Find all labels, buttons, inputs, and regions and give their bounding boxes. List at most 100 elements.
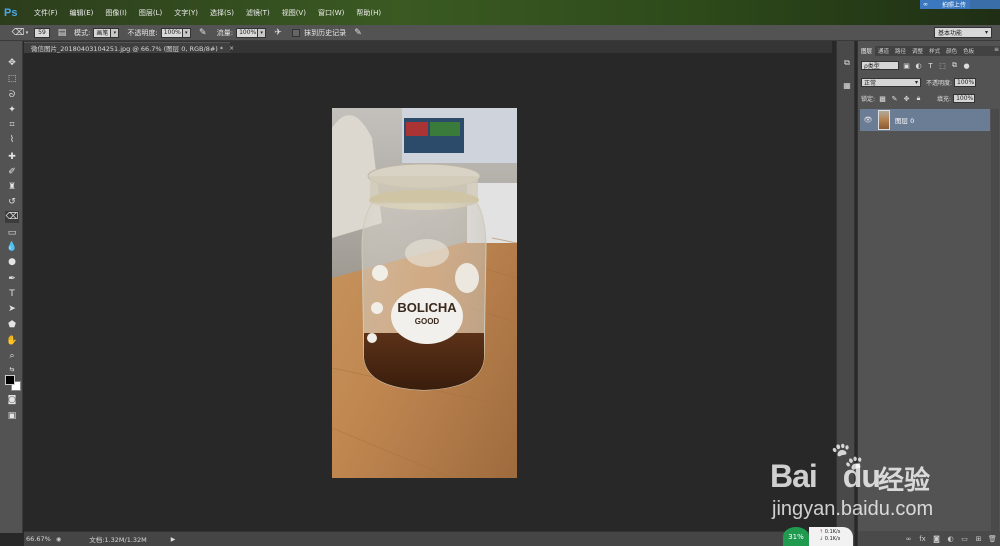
filter-adjustment-icon[interactable]: ◐ — [914, 61, 923, 70]
canvas-area[interactable]: BOLICHA GOOD — [24, 53, 832, 531]
menu-type[interactable]: 文字(Y) — [174, 8, 198, 18]
crop-tool-icon[interactable]: ⌗ — [5, 119, 19, 131]
brush-tool-icon[interactable]: ✐ — [5, 166, 19, 178]
layer-opacity-label: 不透明度: — [926, 80, 953, 87]
properties-panel-icon[interactable]: ▦ — [841, 79, 853, 91]
menu-edit[interactable]: 编辑(E) — [70, 8, 94, 18]
adjustment-layer-icon[interactable]: ◐ — [946, 534, 955, 543]
brush-size-picker[interactable]: 59 — [34, 27, 50, 38]
lock-transparency-icon[interactable]: ▩ — [878, 94, 887, 103]
tab-layers[interactable]: 图层 — [858, 46, 876, 56]
tab-styles[interactable]: 样式 — [926, 46, 943, 56]
healing-brush-tool-icon[interactable]: ✚ — [5, 151, 19, 163]
quick-mask-icon[interactable]: ◙ — [5, 394, 19, 406]
zoom-level[interactable]: 66.67% — [26, 534, 56, 545]
close-icon[interactable]: × — [229, 45, 234, 52]
filter-shape-icon[interactable]: ⬚ — [938, 61, 947, 70]
new-layer-icon[interactable]: ⊞ — [974, 534, 983, 543]
mode-select[interactable]: 画笔 — [93, 27, 112, 38]
layer-row[interactable]: 👁︎ 图层 0 — [860, 109, 990, 131]
tab-swatches[interactable]: 色板 — [960, 46, 977, 56]
mode-label: 模式: — [74, 28, 91, 37]
shape-tool-icon[interactable]: ⬟ — [5, 319, 19, 331]
menu-layer[interactable]: 图层(L) — [139, 8, 162, 18]
gradient-tool-icon[interactable]: ▭ — [5, 227, 19, 239]
flow-dropdown-arrow[interactable]: ▾ — [258, 27, 267, 38]
lock-all-icon[interactable]: 🔒︎ — [914, 94, 923, 103]
mode-dropdown-arrow[interactable]: ▾ — [111, 27, 120, 38]
blur-tool-icon[interactable]: 💧 — [5, 241, 19, 253]
layer-style-icon[interactable]: fx — [918, 534, 927, 543]
flow-input[interactable]: 100% — [236, 27, 259, 38]
screen-mode-icon[interactable]: ▣ — [5, 410, 19, 422]
swap-colors-icon[interactable]: ⇆ — [5, 363, 19, 375]
erase-history-checkbox[interactable] — [292, 28, 301, 37]
layer-mask-icon[interactable]: ◙ — [932, 534, 941, 543]
upload-label: 拍照上传 — [941, 2, 966, 9]
document-size: 文档:1.32M/1.32M — [89, 536, 147, 544]
tab-color[interactable]: 颜色 — [943, 46, 960, 56]
magic-wand-tool-icon[interactable]: ✦ — [5, 104, 19, 116]
trash-icon[interactable]: 🗑︎ — [988, 534, 997, 543]
new-group-icon[interactable]: ▭ — [960, 534, 969, 543]
menu-window[interactable]: 窗口(W) — [318, 8, 344, 18]
panel-menu-icon[interactable]: ≡ — [994, 46, 999, 53]
filter-toggle-icon[interactable]: ● — [962, 61, 971, 70]
move-tool-icon[interactable]: ✥ — [5, 57, 19, 69]
brush-panel-icon[interactable]: ▤ — [56, 27, 68, 39]
filter-type-icon[interactable]: T — [926, 61, 935, 70]
menu-image[interactable]: 图像(I) — [105, 8, 127, 18]
pen-tool-icon[interactable]: ✒ — [5, 273, 19, 285]
pressure-opacity-icon[interactable]: ✎ — [197, 27, 209, 39]
layer-filter-select[interactable]: ρ类型 — [861, 61, 899, 70]
eraser-tool-icon[interactable]: ⌫ — [12, 27, 25, 39]
network-monitor-widget[interactable]: 31% ↑ 0.1K/s ↓ 0.1K/s — [783, 527, 853, 546]
layers-scrollbar[interactable] — [991, 109, 999, 531]
opacity-label: 不透明度: — [127, 28, 158, 37]
workspace-select[interactable]: 基本功能 ▾ — [934, 27, 992, 38]
lasso-tool-icon[interactable]: ᘐ — [5, 89, 19, 101]
menu-help[interactable]: 帮助(H) — [356, 8, 381, 18]
zoom-tool-icon[interactable]: ⌕ — [5, 350, 19, 362]
photo-upload-button[interactable]: ∞ 拍照上传 — [920, 0, 970, 9]
eraser-tool-icon[interactable]: ⌫ — [5, 211, 19, 223]
path-selection-tool-icon[interactable]: ➤ — [5, 303, 19, 315]
status-info-icon[interactable]: ◉ — [56, 536, 61, 543]
clone-stamp-tool-icon[interactable]: ♜ — [5, 181, 19, 193]
history-brush-tool-icon[interactable]: ↺ — [5, 196, 19, 208]
blend-mode-select[interactable]: 正常 ▾ — [861, 78, 921, 87]
hand-tool-icon[interactable]: ✋ — [5, 335, 19, 347]
fill-input[interactable]: 100% — [953, 94, 976, 103]
layer-opacity-input[interactable]: 100% — [954, 78, 977, 87]
opacity-input[interactable]: 100% — [160, 27, 183, 38]
tab-adjustments[interactable]: 调整 — [909, 46, 926, 56]
filter-pixel-icon[interactable]: ▣ — [902, 61, 911, 70]
eye-icon[interactable]: 👁︎ — [863, 115, 873, 125]
link-layers-icon[interactable]: ∞ — [904, 534, 913, 543]
dodge-tool-icon[interactable]: ● — [5, 256, 19, 268]
pressure-size-icon[interactable]: ✎ — [352, 27, 364, 39]
filter-smart-object-icon[interactable]: ⧉ — [950, 61, 959, 70]
menu-view[interactable]: 视图(V) — [282, 8, 306, 18]
lock-pixels-icon[interactable]: ✎ — [890, 94, 899, 103]
opacity-dropdown-arrow[interactable]: ▾ — [182, 27, 191, 38]
menu-filter[interactable]: 滤镜(T) — [246, 8, 270, 18]
window-close-button[interactable] — [970, 0, 1000, 9]
chevron-down-icon[interactable]: ▾ — [24, 27, 30, 39]
eyedropper-tool-icon[interactable]: ⌇ — [5, 134, 19, 146]
marquee-tool-icon[interactable]: ⬚ — [5, 73, 19, 85]
menu-file[interactable]: 文件(F) — [34, 8, 58, 18]
lock-position-icon[interactable]: ✥ — [902, 94, 911, 103]
layer-filter-value: ρ类型 — [864, 63, 880, 70]
flow-label: 流量: — [216, 28, 234, 37]
tab-paths[interactable]: 路径 — [892, 46, 909, 56]
airbrush-icon[interactable]: ✈ — [272, 27, 284, 39]
menu-select[interactable]: 选择(S) — [210, 8, 234, 18]
history-panel-icon[interactable]: ⧉ — [841, 57, 853, 69]
document-tab[interactable]: 微信图片_20180403104251.jpg @ 66.7% (图层 0, R… — [24, 42, 234, 53]
download-arrow-icon: ↓ — [819, 536, 824, 542]
type-tool-icon[interactable]: T — [5, 288, 19, 300]
tab-channels[interactable]: 通道 — [875, 46, 892, 56]
status-menu-arrow[interactable]: ▶ — [171, 536, 176, 543]
foreground-color-swatch[interactable] — [5, 375, 15, 385]
